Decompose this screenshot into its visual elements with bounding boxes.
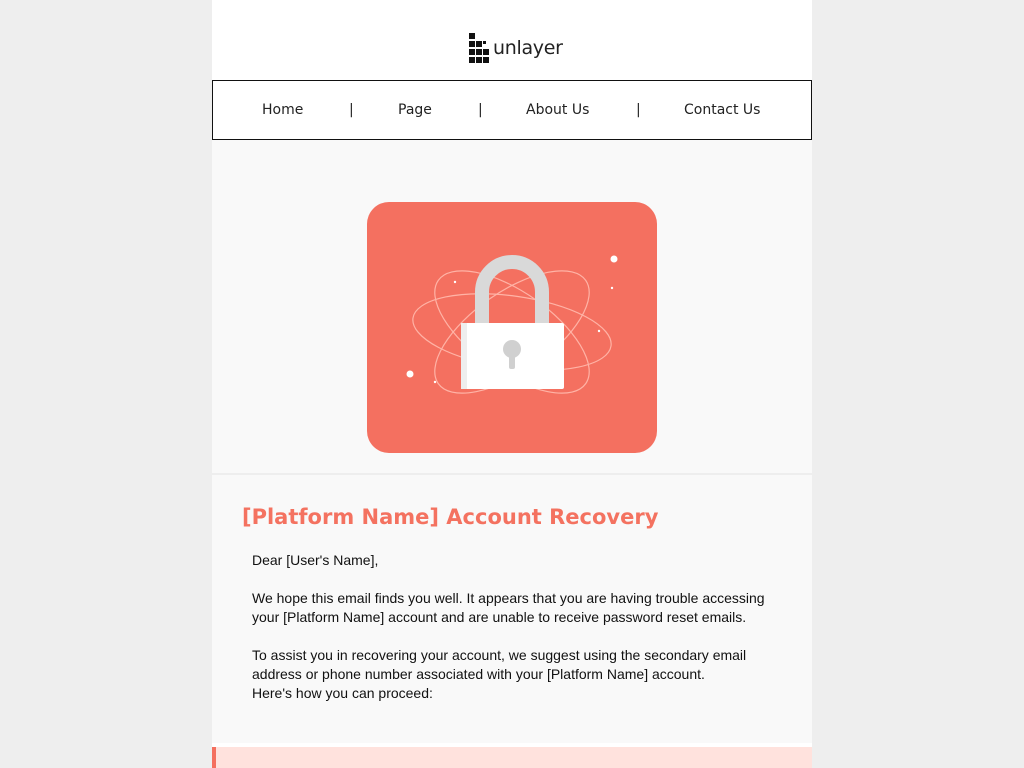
nav-separator: | <box>636 102 641 118</box>
brand-logo[interactable]: unlayer <box>469 33 563 63</box>
navigation-bar: Home | Page | About Us | Contact Us <box>212 80 812 140</box>
hero-section <box>212 140 812 473</box>
logo-row: unlayer <box>212 0 812 80</box>
padlock-illustration <box>367 202 657 453</box>
email-title: [Platform Name] Account Recovery <box>242 505 659 529</box>
steps-callout-box <box>212 747 812 768</box>
nav-separator: | <box>349 102 354 118</box>
nav-link-contact-us[interactable]: Contact Us <box>684 81 760 139</box>
paragraph-proceed: Here's how you can proceed: <box>252 685 433 701</box>
nav-separator: | <box>478 102 483 118</box>
paragraph-suggestion: To assist you in recovering your account… <box>252 647 747 682</box>
email-body: unlayer Home | Page | About Us | Contact… <box>212 0 812 768</box>
email-body-text: Dear [User's Name], We hope this email f… <box>252 551 782 703</box>
unlayer-logo-icon <box>469 33 489 63</box>
greeting: Dear [User's Name], <box>252 552 379 568</box>
nav-link-page[interactable]: Page <box>398 81 432 139</box>
paragraph-intro: We hope this email finds you well. It ap… <box>252 590 765 625</box>
nav-link-about-us[interactable]: About Us <box>526 81 589 139</box>
message-content: [Platform Name] Account Recovery Dear [U… <box>212 475 812 743</box>
nav-link-home[interactable]: Home <box>262 81 303 139</box>
logo-text: unlayer <box>493 37 563 59</box>
